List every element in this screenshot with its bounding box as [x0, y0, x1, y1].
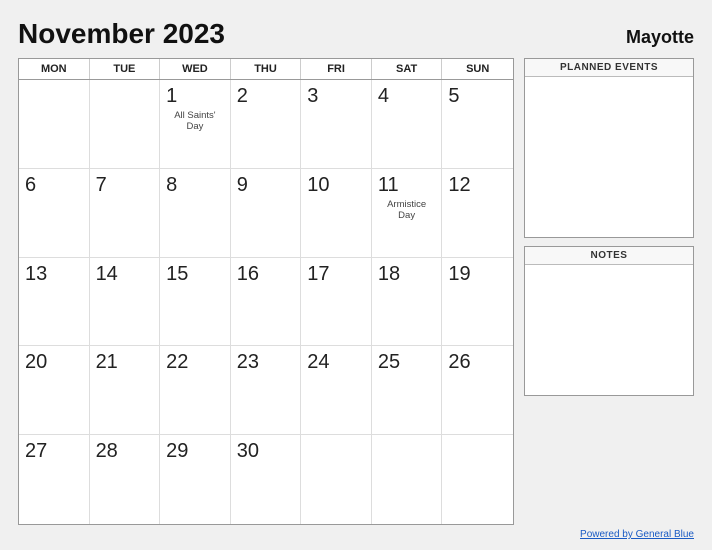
page-title: November 2023	[18, 18, 225, 50]
calendar: MON TUE WED THU FRI SAT SUN 1All Saints'…	[18, 58, 514, 525]
sidebar: PLANNED EVENTS NOTES	[524, 58, 694, 525]
day-event: Armistice Day	[378, 199, 436, 221]
calendar-cell	[372, 435, 443, 524]
calendar-cell: 4	[372, 80, 443, 169]
calendar-cell: 29	[160, 435, 231, 524]
day-number: 11	[378, 173, 399, 197]
calendar-cell	[19, 80, 90, 169]
day-number: 1	[166, 84, 177, 108]
calendar-cell	[442, 435, 513, 524]
calendar-cell: 16	[231, 258, 302, 347]
day-number: 18	[378, 262, 400, 286]
day-number: 27	[25, 439, 47, 463]
day-number: 5	[448, 84, 459, 108]
day-number: 29	[166, 439, 188, 463]
day-number: 17	[307, 262, 329, 286]
calendar-cell: 11Armistice Day	[372, 169, 443, 258]
planned-events-body	[525, 77, 693, 237]
day-number: 28	[96, 439, 118, 463]
powered-by-link[interactable]: Powered by General Blue	[580, 529, 694, 540]
calendar-cell: 10	[301, 169, 372, 258]
day-header-thu: THU	[231, 59, 302, 79]
calendar-header-row: MON TUE WED THU FRI SAT SUN	[19, 59, 513, 80]
calendar-cell: 20	[19, 346, 90, 435]
day-number: 10	[307, 173, 329, 197]
calendar-cell: 9	[231, 169, 302, 258]
calendar-cell: 7	[90, 169, 161, 258]
day-number: 6	[25, 173, 36, 197]
calendar-cell: 6	[19, 169, 90, 258]
day-event: All Saints' Day	[166, 110, 224, 132]
region-label: Mayotte	[626, 27, 694, 48]
calendar-cell: 22	[160, 346, 231, 435]
header: November 2023 Mayotte	[18, 18, 694, 50]
calendar-cell: 28	[90, 435, 161, 524]
notes-panel: NOTES	[524, 246, 694, 396]
calendar-cell: 26	[442, 346, 513, 435]
day-number: 22	[166, 350, 188, 374]
calendar-cell: 19	[442, 258, 513, 347]
day-number: 9	[237, 173, 248, 197]
day-number: 30	[237, 439, 259, 463]
day-number: 4	[378, 84, 389, 108]
day-number: 20	[25, 350, 47, 374]
day-number: 23	[237, 350, 259, 374]
day-number: 14	[96, 262, 118, 286]
day-number: 15	[166, 262, 188, 286]
calendar-cell: 5	[442, 80, 513, 169]
calendar-cell: 3	[301, 80, 372, 169]
day-header-fri: FRI	[301, 59, 372, 79]
calendar-cell: 2	[231, 80, 302, 169]
day-header-sat: SAT	[372, 59, 443, 79]
footer: Powered by General Blue	[18, 529, 694, 540]
page: November 2023 Mayotte MON TUE WED THU FR…	[0, 0, 712, 550]
day-header-tue: TUE	[90, 59, 161, 79]
planned-events-panel: PLANNED EVENTS	[524, 58, 694, 238]
day-number: 26	[448, 350, 470, 374]
day-header-wed: WED	[160, 59, 231, 79]
day-number: 7	[96, 173, 107, 197]
day-number: 12	[448, 173, 470, 197]
calendar-cell	[90, 80, 161, 169]
calendar-cell: 23	[231, 346, 302, 435]
day-number: 21	[96, 350, 118, 374]
calendar-cell: 24	[301, 346, 372, 435]
day-number: 25	[378, 350, 400, 374]
main-area: MON TUE WED THU FRI SAT SUN 1All Saints'…	[18, 58, 694, 525]
calendar-cell: 1All Saints' Day	[160, 80, 231, 169]
day-number: 24	[307, 350, 329, 374]
calendar-cell: 30	[231, 435, 302, 524]
calendar-cell: 13	[19, 258, 90, 347]
calendar-cell: 18	[372, 258, 443, 347]
day-number: 8	[166, 173, 177, 197]
calendar-cell: 14	[90, 258, 161, 347]
notes-title: NOTES	[525, 247, 693, 265]
calendar-cell: 27	[19, 435, 90, 524]
day-number: 3	[307, 84, 318, 108]
calendar-cell: 17	[301, 258, 372, 347]
calendar-cell: 21	[90, 346, 161, 435]
day-number: 19	[448, 262, 470, 286]
day-number: 16	[237, 262, 259, 286]
day-header-sun: SUN	[442, 59, 513, 79]
calendar-body: 1All Saints' Day234567891011Armistice Da…	[19, 80, 513, 524]
planned-events-title: PLANNED EVENTS	[525, 59, 693, 77]
notes-body	[525, 265, 693, 395]
day-number: 2	[237, 84, 248, 108]
calendar-cell: 15	[160, 258, 231, 347]
calendar-cell: 25	[372, 346, 443, 435]
day-header-mon: MON	[19, 59, 90, 79]
calendar-cell: 12	[442, 169, 513, 258]
calendar-cell: 8	[160, 169, 231, 258]
calendar-cell	[301, 435, 372, 524]
day-number: 13	[25, 262, 47, 286]
